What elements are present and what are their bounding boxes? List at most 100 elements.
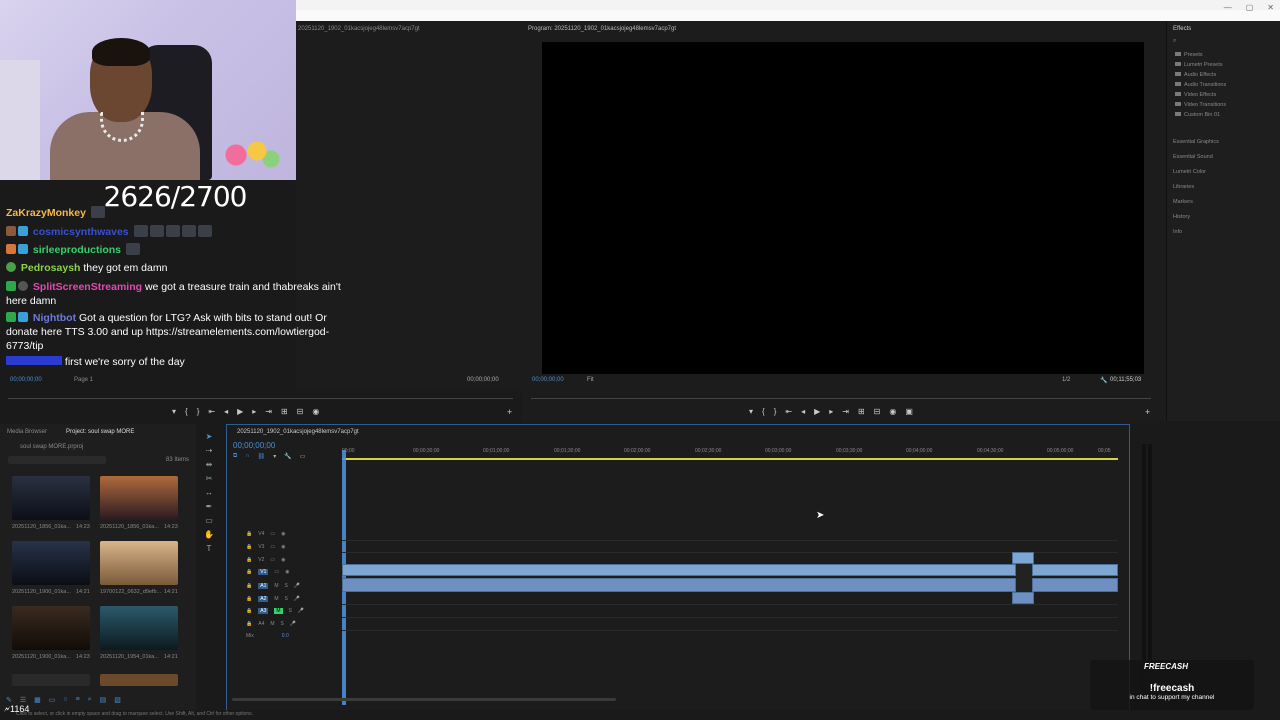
- new-item-icon[interactable]: ▧: [114, 696, 121, 704]
- project-thumbnail[interactable]: [100, 476, 178, 520]
- project-search-input[interactable]: [8, 456, 106, 464]
- panel-essential-sound[interactable]: Essential Sound: [1173, 154, 1213, 160]
- out-point-icon[interactable]: }: [197, 407, 200, 416]
- work-area-bar[interactable]: [342, 458, 1118, 460]
- pen-icon[interactable]: ✒: [206, 502, 213, 511]
- frame-forward-icon[interactable]: ▸: [829, 407, 833, 416]
- panel-markers[interactable]: Markers: [1173, 199, 1193, 205]
- icon-view-icon[interactable]: ▦: [34, 696, 41, 704]
- lock-icon[interactable]: 🔒: [246, 608, 252, 614]
- maximize-button[interactable]: ▢: [1246, 3, 1254, 12]
- lock-icon[interactable]: 🔒: [246, 569, 252, 575]
- panel-libraries[interactable]: Libraries: [1173, 184, 1194, 190]
- step-back-icon[interactable]: ⇤: [208, 407, 215, 416]
- program-title[interactable]: Program: 20251120_1902_01kacsjojeg48lems…: [528, 26, 676, 32]
- razor-icon[interactable]: ✂: [206, 474, 213, 483]
- effects-folder[interactable]: Custom Bin 01: [1175, 112, 1220, 118]
- track-select-icon[interactable]: ⇢: [206, 446, 213, 455]
- export-frame-icon[interactable]: ◉: [312, 407, 319, 416]
- effects-folder[interactable]: Audio Effects: [1175, 72, 1216, 78]
- audio-clip[interactable]: [342, 578, 1016, 592]
- timeline-timecode[interactable]: 00;00;00;00: [233, 441, 275, 450]
- comparison-icon[interactable]: ▣: [905, 407, 913, 416]
- export-frame-icon[interactable]: ◉: [889, 407, 896, 416]
- marker-icon[interactable]: ▾: [172, 407, 176, 416]
- step-forward-icon[interactable]: ⇥: [842, 407, 849, 416]
- play-icon[interactable]: ▶: [814, 407, 820, 416]
- film-icon[interactable]: ▭: [270, 557, 275, 563]
- effects-folder[interactable]: Video Transitions: [1175, 102, 1226, 108]
- hand-icon[interactable]: ✋: [204, 530, 214, 539]
- panel-lumetri-color[interactable]: Lumetri Color: [1173, 169, 1206, 175]
- sequence-tab[interactable]: 20251120_1902_01kacsjojeg48lemsv7acp7gt: [237, 429, 359, 435]
- effects-folder[interactable]: Presets: [1175, 52, 1203, 58]
- step-forward-icon[interactable]: ⇥: [265, 407, 272, 416]
- add-button-icon[interactable]: +: [507, 407, 512, 417]
- lock-icon[interactable]: 🔒: [246, 621, 252, 627]
- close-button[interactable]: ✕: [1267, 3, 1274, 12]
- add-button-icon[interactable]: +: [1145, 407, 1150, 417]
- mic-icon[interactable]: 🎤: [290, 621, 296, 627]
- panel-essential-graphics[interactable]: Essential Graphics: [1173, 139, 1219, 145]
- out-point-icon[interactable]: }: [774, 407, 777, 416]
- sort-icon[interactable]: ≡: [76, 696, 80, 704]
- mute-icon[interactable]: M: [270, 621, 274, 627]
- ripple-edit-icon[interactable]: ⇹: [206, 460, 213, 469]
- effects-title[interactable]: Effects: [1173, 26, 1191, 32]
- tab-project[interactable]: Project: soul swap MORE: [66, 429, 134, 435]
- solo-icon[interactable]: S: [281, 621, 284, 627]
- timeline-scrollbar[interactable]: [232, 698, 616, 701]
- mic-icon[interactable]: 🎤: [294, 596, 300, 602]
- project-thumbnail[interactable]: [12, 674, 90, 686]
- extract-icon[interactable]: ⊟: [874, 407, 881, 416]
- fit-dropdown[interactable]: Fit: [587, 377, 594, 383]
- program-scrubber[interactable]: [531, 398, 1151, 399]
- video-clip[interactable]: [1012, 552, 1034, 564]
- audio-clip[interactable]: [1012, 592, 1034, 604]
- zoom-slider-icon[interactable]: ○: [63, 696, 67, 704]
- tab-media-browser[interactable]: Media Browser: [7, 429, 47, 435]
- lock-icon[interactable]: 🔒: [246, 596, 252, 602]
- mute-icon[interactable]: M: [274, 608, 283, 614]
- slip-icon[interactable]: ↔: [205, 488, 213, 497]
- project-thumbnail[interactable]: [100, 674, 178, 686]
- source-tab[interactable]: 20251120_1902_01kacsjojeg48lemsv7acp7gt: [298, 26, 420, 32]
- lock-icon[interactable]: 🔒: [246, 531, 252, 537]
- lift-icon[interactable]: ⊞: [858, 407, 865, 416]
- freeform-view-icon[interactable]: ▭: [49, 696, 56, 704]
- project-thumbnail[interactable]: [100, 606, 178, 650]
- type-icon[interactable]: T: [207, 544, 212, 553]
- project-thumbnail[interactable]: [12, 606, 90, 650]
- audio-clip[interactable]: [1032, 578, 1118, 592]
- solo-icon[interactable]: S: [289, 608, 292, 614]
- frame-back-icon[interactable]: ◂: [801, 407, 805, 416]
- linked-icon[interactable]: ⛓: [258, 453, 266, 460]
- eye-icon[interactable]: ◉: [281, 557, 285, 563]
- rectangle-icon[interactable]: ▭: [205, 516, 213, 525]
- effects-folder[interactable]: Audio Transitions: [1175, 82, 1226, 88]
- mix-value[interactable]: 0.0: [282, 633, 289, 639]
- in-point-icon[interactable]: {: [185, 407, 188, 416]
- eye-icon[interactable]: ◉: [285, 569, 289, 575]
- source-timecode[interactable]: 00;00;00;00: [10, 377, 42, 383]
- project-thumbnail[interactable]: [12, 541, 90, 585]
- lock-icon[interactable]: 🔒: [246, 557, 252, 563]
- source-page[interactable]: Page 1: [74, 377, 93, 383]
- in-point-icon[interactable]: {: [762, 407, 765, 416]
- eye-icon[interactable]: ◉: [281, 544, 285, 550]
- wrench-icon[interactable]: 🔧: [1100, 377, 1107, 384]
- marker-icon[interactable]: ▾: [273, 453, 276, 460]
- effects-folder[interactable]: Video Effects: [1175, 92, 1216, 98]
- frame-forward-icon[interactable]: ▸: [252, 407, 256, 416]
- minimize-button[interactable]: —: [1224, 3, 1232, 12]
- captions-icon[interactable]: ▭: [300, 453, 306, 460]
- selection-tool-icon[interactable]: ➤: [206, 432, 213, 441]
- solo-icon[interactable]: S: [285, 583, 288, 589]
- video-clip[interactable]: [342, 564, 1016, 576]
- mic-icon[interactable]: 🎤: [294, 583, 300, 589]
- step-back-icon[interactable]: ⇤: [785, 407, 792, 416]
- play-icon[interactable]: ▶: [237, 407, 243, 416]
- lock-icon[interactable]: 🔒: [246, 544, 252, 550]
- nest-icon[interactable]: ⧉: [233, 453, 237, 460]
- effects-folder[interactable]: Lumetri Presets: [1175, 62, 1223, 68]
